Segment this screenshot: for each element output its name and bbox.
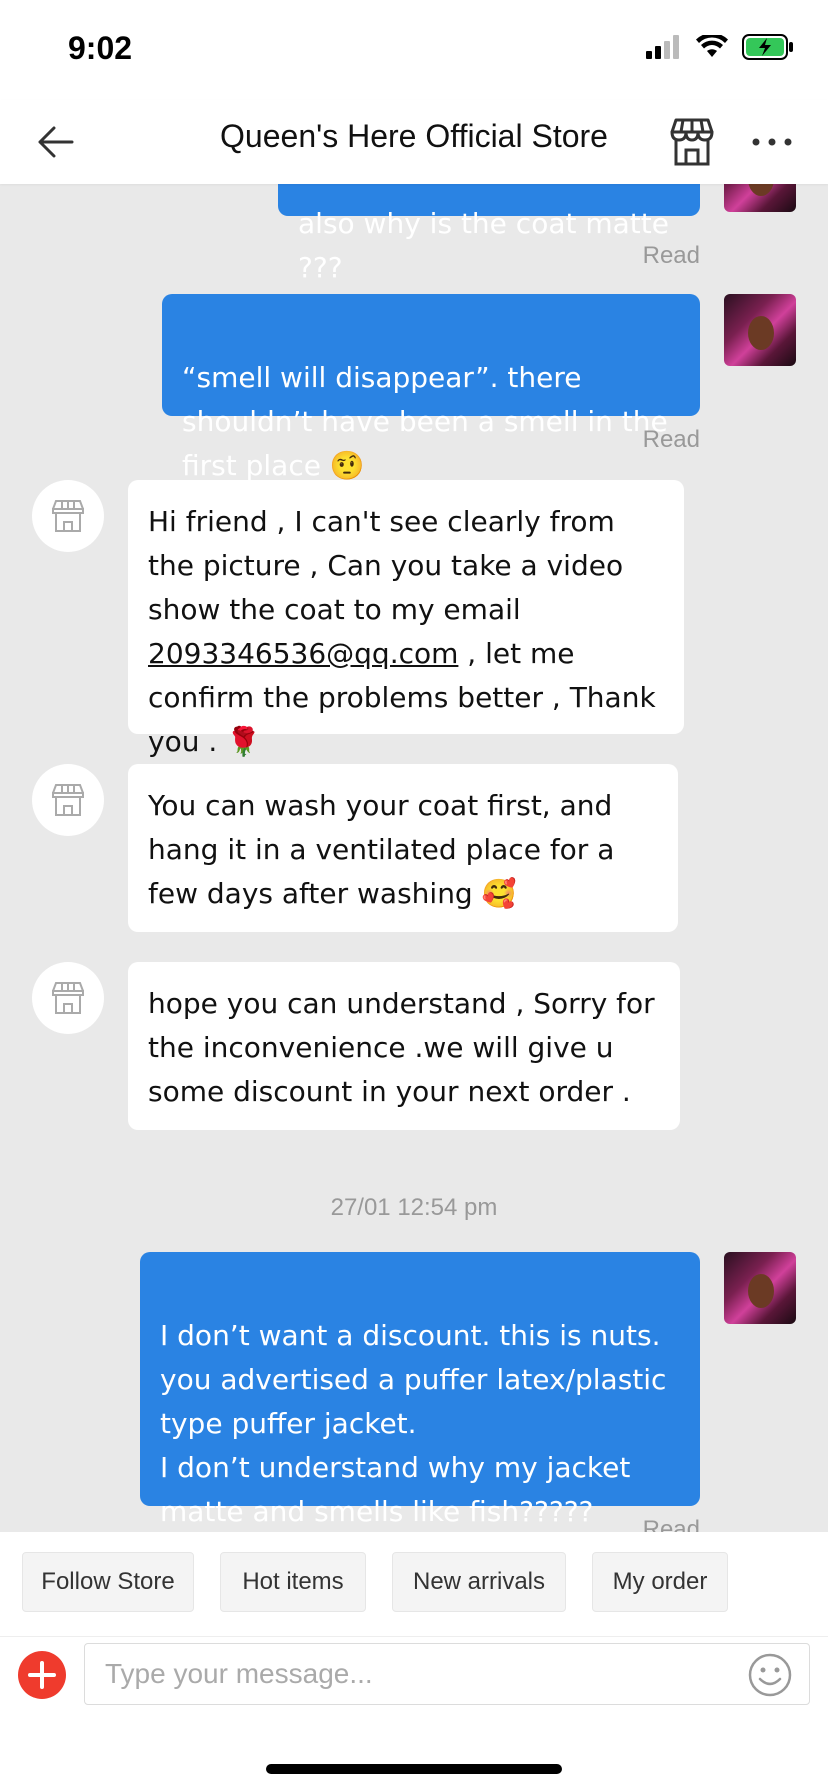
new-arrivals-button[interactable]: New arrivals bbox=[392, 1552, 566, 1612]
more-options-icon[interactable] bbox=[750, 122, 794, 162]
incoming-message-bubble: hope you can understand , Sorry for the … bbox=[128, 962, 680, 1130]
store-title: Queen's Here Official Store bbox=[220, 118, 608, 154]
back-arrow-icon[interactable] bbox=[32, 118, 80, 166]
message-composer bbox=[0, 1636, 828, 1721]
add-attachment-button[interactable] bbox=[18, 1651, 66, 1699]
message-text: “smell will disappear”. there shouldn’t … bbox=[182, 361, 668, 482]
wifi-icon bbox=[696, 35, 728, 57]
store-icon bbox=[52, 500, 84, 532]
status-time: 9:02 bbox=[68, 30, 133, 66]
store-avatar[interactable] bbox=[32, 962, 104, 1034]
status-bar: 9:02 bbox=[0, 0, 828, 100]
message-text: also why is the coat matte ??? bbox=[298, 207, 669, 284]
emoji-icon[interactable] bbox=[748, 1653, 792, 1697]
email-link[interactable]: 2093346536@qq.com bbox=[148, 637, 458, 670]
follow-store-button[interactable]: Follow Store bbox=[22, 1552, 194, 1612]
quick-actions-bar: Follow Store Hot items New arrivals My o… bbox=[0, 1532, 828, 1636]
message-text: hope you can understand , Sorry for the … bbox=[148, 987, 655, 1108]
incoming-message-bubble: You can wash your coat first, and hang i… bbox=[128, 764, 678, 932]
user-avatar[interactable] bbox=[724, 1252, 796, 1324]
message-input[interactable] bbox=[84, 1643, 810, 1705]
message-text: You can wash your coat first, and hang i… bbox=[148, 789, 615, 910]
store-icon bbox=[52, 784, 84, 816]
plus-icon bbox=[28, 1661, 56, 1689]
store-icon[interactable] bbox=[666, 116, 718, 168]
cellular-signal-icon bbox=[646, 35, 679, 59]
store-avatar[interactable] bbox=[32, 764, 104, 836]
incoming-message-bubble: Hi friend , I can't see clearly from the… bbox=[128, 480, 684, 758]
message-timestamp: 27/01 12:54 pm bbox=[330, 1194, 498, 1221]
message-text: I don’t want a discount. this is nuts. y… bbox=[160, 1319, 667, 1528]
store-icon bbox=[52, 982, 84, 1014]
outgoing-message-bubble: I don’t want a discount. this is nuts. y… bbox=[140, 1252, 700, 1528]
chat-header: Queen's Here Official Store bbox=[0, 100, 828, 184]
user-avatar[interactable] bbox=[724, 294, 796, 366]
read-receipt: Read bbox=[642, 426, 700, 453]
battery-charging-icon bbox=[742, 34, 793, 60]
read-receipt: Read bbox=[642, 1516, 700, 1532]
home-indicator[interactable] bbox=[266, 1764, 562, 1774]
chat-message-list[interactable]: also why is the coat matte ??? Read “sme… bbox=[0, 184, 828, 1532]
outgoing-message-bubble: also why is the coat matte ??? bbox=[278, 184, 700, 284]
home-indicator-area bbox=[0, 1720, 828, 1792]
message-text: Hi friend , I can't see clearly from the… bbox=[148, 505, 624, 626]
store-avatar[interactable] bbox=[32, 480, 104, 552]
read-receipt: Read bbox=[642, 242, 700, 269]
outgoing-message-bubble: “smell will disappear”. there shouldn’t … bbox=[162, 294, 700, 482]
user-avatar[interactable] bbox=[724, 184, 796, 212]
status-icons bbox=[646, 34, 794, 60]
my-order-button[interactable]: My order bbox=[592, 1552, 728, 1612]
hot-items-button[interactable]: Hot items bbox=[220, 1552, 366, 1612]
